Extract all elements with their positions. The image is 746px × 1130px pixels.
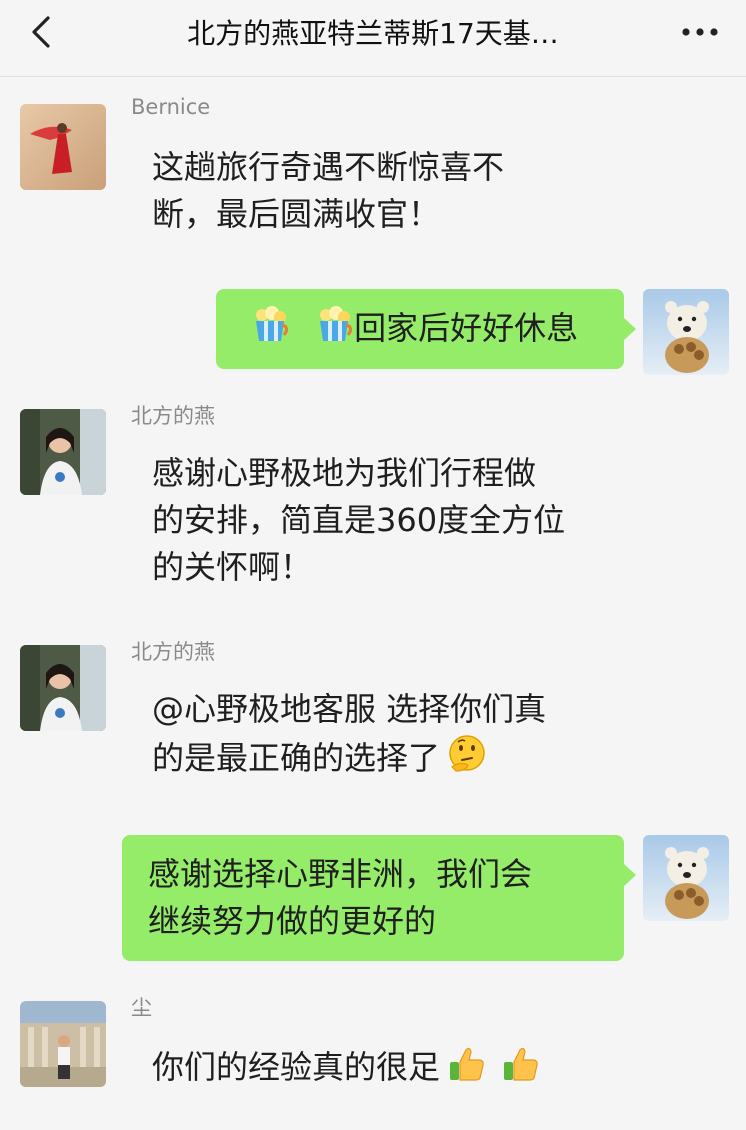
back-button[interactable] bbox=[22, 14, 62, 54]
avatar-beifangdeyan[interactable] bbox=[20, 645, 106, 731]
avatar-chen[interactable] bbox=[20, 1001, 106, 1087]
sender-name: Bernice bbox=[131, 95, 211, 119]
avatar-beifangdeyan[interactable] bbox=[20, 409, 106, 495]
message-text: 回家后好好休息 bbox=[354, 309, 579, 347]
popcorn-cup-icon bbox=[250, 305, 290, 358]
popcorn-cup-icon bbox=[314, 305, 354, 358]
message-text[interactable]: @心野极地客服 选择你们真 的是最正确的选择了 bbox=[152, 686, 612, 788]
sender-name: 尘 bbox=[131, 996, 152, 1020]
message-line: 的是最正确的选择了 bbox=[152, 733, 612, 788]
polar-bear-avatar-image bbox=[643, 835, 729, 921]
message-line: 的关怀啊！ bbox=[152, 548, 313, 586]
message-line: 这趟旅行奇遇不断惊喜不 bbox=[152, 148, 505, 186]
message-line: 的安排，简直是360度全方位 bbox=[152, 501, 566, 539]
message-text[interactable]: 这趟旅行奇遇不断惊喜不 断，最后圆满收官！ bbox=[152, 144, 572, 238]
message-line: 感谢心野极地为我们行程做 bbox=[152, 454, 537, 492]
thumbs-up-icon bbox=[446, 1042, 488, 1097]
polar-bear-avatar-image bbox=[643, 289, 729, 375]
thumbs-up-icon bbox=[500, 1042, 542, 1097]
message-text[interactable]: 你们的经验真的很足 bbox=[152, 1042, 612, 1097]
message-bubble-self[interactable]: 回家后好好休息 bbox=[216, 289, 636, 369]
message-text[interactable]: 感谢心野极地为我们行程做 的安排，简直是360度全方位 的关怀啊！ bbox=[152, 450, 612, 591]
message-line: 感谢选择心野非洲，我们会 bbox=[148, 855, 533, 893]
woman-waterfall-avatar-image bbox=[20, 645, 106, 731]
red-dress-dancer-avatar-image bbox=[20, 104, 106, 190]
message-line-text: 的是最正确的选择了 bbox=[152, 739, 441, 777]
chat-header: 北方的燕亚特兰蒂斯17天基… bbox=[0, 0, 746, 77]
sender-name: 北方的燕 bbox=[131, 640, 215, 664]
message-bubble-self[interactable]: 感谢选择心野非洲，我们会 继续努力做的更好的 bbox=[122, 835, 636, 961]
more-dots-icon bbox=[682, 28, 718, 36]
chat-title: 北方的燕亚特兰蒂斯17天基… bbox=[187, 17, 559, 50]
avatar-self[interactable] bbox=[643, 289, 729, 375]
message-line: 继续努力做的更好的 bbox=[148, 902, 437, 940]
sender-name: 北方的燕 bbox=[131, 404, 215, 428]
message-line-text: 你们的经验真的很足 bbox=[152, 1048, 441, 1086]
man-ruins-avatar-image bbox=[20, 1001, 106, 1087]
avatar-bernice[interactable] bbox=[20, 104, 106, 190]
avatar-self[interactable] bbox=[643, 835, 729, 921]
more-button[interactable] bbox=[676, 14, 726, 54]
woman-waterfall-avatar-image bbox=[20, 409, 106, 495]
message-line: @心野极地客服 选择你们真 bbox=[152, 690, 547, 728]
chevron-left-icon bbox=[32, 16, 50, 48]
message-line: 断，最后圆满收官！ bbox=[152, 195, 441, 233]
thinking-face-icon bbox=[446, 733, 488, 788]
